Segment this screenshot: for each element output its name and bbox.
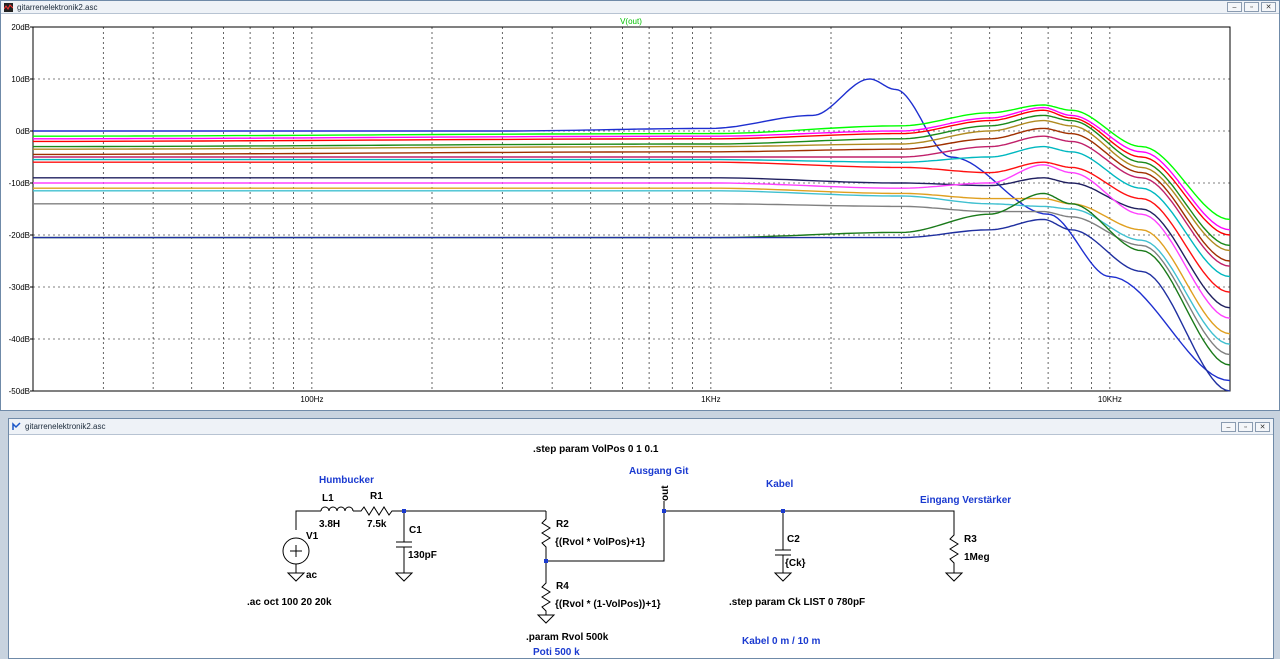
trace-label[interactable]: V(out): [620, 17, 642, 26]
waveform-icon: [4, 3, 13, 12]
eingang-label[interactable]: Eingang Verstärker: [920, 495, 1011, 506]
x-tick-label: 100Hz: [300, 395, 323, 404]
schematic-window-title: gitarrenelektronik2.asc: [25, 422, 106, 431]
plot-area[interactable]: [32, 26, 1231, 392]
close-button[interactable]: ✕: [1261, 2, 1276, 12]
x-tick-label: 1KHz: [701, 395, 721, 404]
restore-button[interactable]: ▫: [1244, 2, 1259, 12]
y-tick-label: 0dB: [16, 127, 30, 136]
c2-name[interactable]: C2: [787, 534, 800, 545]
r3-name[interactable]: R3: [964, 534, 977, 545]
ground-icon: [773, 572, 793, 582]
schematic-icon: [12, 422, 21, 430]
junction-dot: [662, 509, 666, 513]
junction-dot: [402, 509, 406, 513]
junction-dot: [781, 509, 785, 513]
v1-wire-top[interactable]: [295, 510, 321, 530]
ground-icon: [286, 572, 306, 582]
v1-name[interactable]: V1: [306, 531, 319, 542]
l1-name[interactable]: L1: [322, 493, 334, 504]
y-tick-label: -20dB: [9, 231, 30, 240]
plot-window-title: gitarrenelektronik2.asc: [17, 3, 98, 12]
r4-resistor[interactable]: [541, 561, 551, 615]
ground-icon: [394, 572, 414, 582]
minimize-button[interactable]: –: [1221, 422, 1236, 432]
y-tick-label: -10dB: [9, 179, 30, 188]
r2-resistor[interactable]: [541, 511, 551, 561]
ac-directive[interactable]: .ac oct 100 20 20k: [247, 597, 332, 608]
plot-window: gitarrenelektronik2.asc – ▫ ✕ V(out) 20d…: [0, 0, 1280, 411]
r3-resistor[interactable]: [949, 525, 959, 573]
y-tick-label: -30dB: [9, 283, 30, 292]
r1-name[interactable]: R1: [370, 491, 383, 502]
r3-value[interactable]: 1Meg: [964, 552, 990, 563]
y-tick-label: -50dB: [9, 387, 30, 396]
minimize-button[interactable]: –: [1227, 2, 1242, 12]
out-wire[interactable]: [546, 510, 955, 562]
l1-value[interactable]: 3.8H: [319, 519, 340, 530]
humbucker-label[interactable]: Humbucker: [319, 475, 374, 486]
r1-resistor[interactable]: [353, 506, 404, 516]
ground-icon: [536, 614, 556, 624]
x-tick-label: 10KHz: [1098, 395, 1122, 404]
c1-capacitor[interactable]: [396, 511, 412, 573]
step-ck-directive[interactable]: .step param Ck LIST 0 780pF: [729, 597, 865, 608]
c1-value[interactable]: 130pF: [408, 550, 437, 561]
c1-name[interactable]: C1: [409, 525, 422, 536]
l1-inductor[interactable]: [320, 506, 354, 512]
step-vol-directive[interactable]: .step param VolPos 0 1 0.1: [533, 444, 659, 455]
r4-name[interactable]: R4: [556, 581, 569, 592]
param-rvol-directive[interactable]: .param Rvol 500k: [526, 632, 609, 643]
kabel-label[interactable]: Kabel: [766, 479, 793, 490]
plot-titlebar[interactable]: gitarrenelektronik2.asc – ▫ ✕: [1, 1, 1279, 14]
schematic-canvas[interactable]: .step param VolPos 0 1 0.1 Humbucker L1 …: [9, 435, 1273, 659]
schematic-window: gitarrenelektronik2.asc – ▫ ✕ .step para…: [8, 418, 1274, 659]
y-tick-label: -40dB: [9, 335, 30, 344]
kabel-length-label[interactable]: Kabel 0 m / 10 m: [742, 636, 820, 647]
r4-value[interactable]: {(Rvol * (1-VolPos))+1}: [555, 599, 661, 610]
ausgang-label[interactable]: Ausgang Git: [629, 466, 689, 477]
y-tick-label: 10dB: [11, 75, 30, 84]
poti-label[interactable]: Poti 500 k: [533, 647, 580, 658]
junction-dot: [544, 559, 548, 563]
restore-button[interactable]: ▫: [1238, 422, 1253, 432]
close-button[interactable]: ✕: [1255, 422, 1270, 432]
out-net-label[interactable]: out: [660, 485, 671, 501]
v1-value[interactable]: ac: [306, 570, 318, 581]
bode-plot[interactable]: V(out) 20dB 10dB 0dB -10dB -20dB -30dB -40dB -5…: [1, 14, 1279, 410]
schematic-titlebar[interactable]: gitarrenelektronik2.asc – ▫ ✕: [9, 419, 1273, 435]
r1-value[interactable]: 7.5k: [367, 519, 387, 530]
ground-icon: [944, 572, 964, 582]
y-tick-label: 20dB: [11, 23, 30, 32]
r2-value[interactable]: {(Rvol * VolPos)+1}: [555, 537, 645, 548]
c2-value[interactable]: {Ck}: [785, 558, 806, 569]
r2-name[interactable]: R2: [556, 519, 569, 530]
